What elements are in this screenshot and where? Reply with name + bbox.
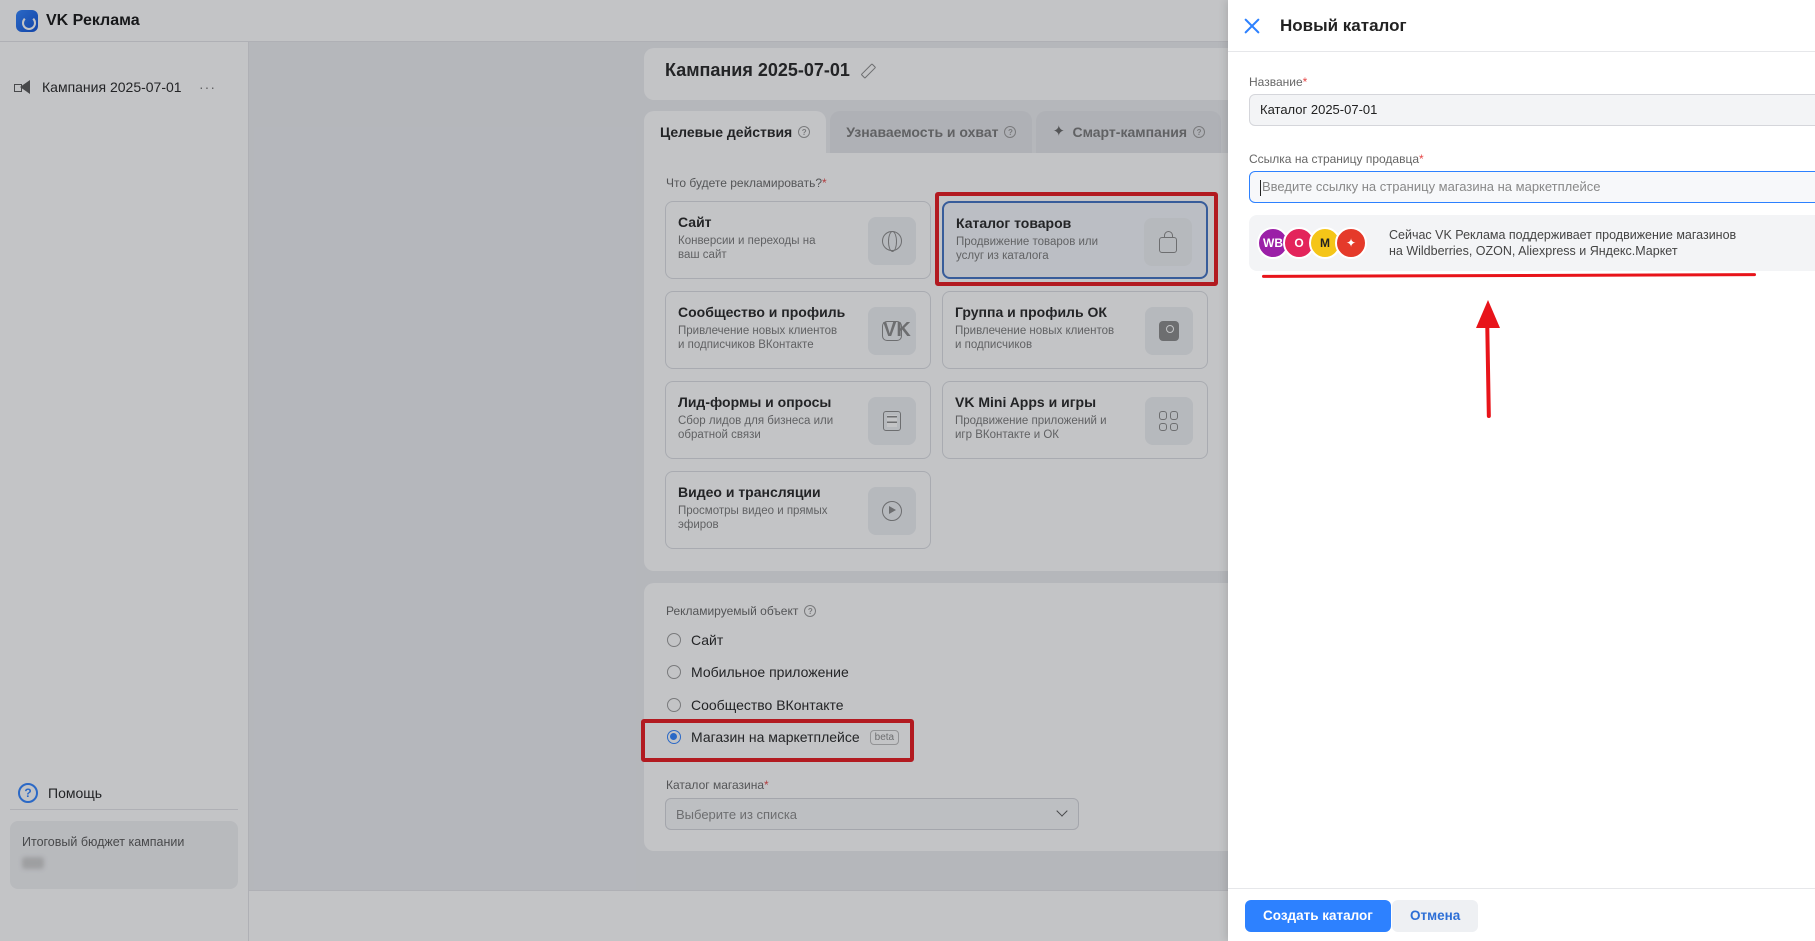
new-catalog-panel: Новый каталог Название* Каталог 2025-07-… [1228, 0, 1815, 941]
input-value: Каталог 2025-07-01 [1260, 102, 1378, 117]
aliexpress-logo-icon: ✦ [1335, 227, 1367, 259]
cancel-button[interactable]: Отмена [1392, 900, 1479, 932]
panel-header: Новый каталог [1228, 0, 1815, 52]
info-line: на Wildberries, OZON, Aliexpress и Яндек… [1389, 244, 1678, 258]
input-placeholder: Введите ссылку на страницу магазина на м… [1262, 179, 1601, 194]
info-text: Сейчас VK Реклама поддерживает продвижен… [1389, 227, 1736, 259]
highlight-underline [1261, 273, 1757, 278]
marketplace-info: WB O M ✦ Сейчас VK Реклама поддерживает … [1249, 215, 1815, 271]
create-catalog-button[interactable]: Создать каталог [1245, 900, 1391, 932]
modal-backdrop[interactable] [0, 0, 1228, 941]
close-icon[interactable] [1242, 16, 1262, 36]
name-label: Название* [1249, 75, 1308, 89]
catalog-name-input[interactable]: Каталог 2025-07-01 [1249, 94, 1815, 126]
seller-link-input[interactable]: Введите ссылку на страницу магазина на м… [1249, 171, 1815, 203]
link-label: Ссылка на страницу продавца* [1249, 152, 1424, 166]
marketplace-logos: WB O M ✦ [1257, 227, 1367, 259]
text-caret [1260, 179, 1261, 196]
panel-title: Новый каталог [1280, 15, 1407, 35]
info-line: Сейчас VK Реклама поддерживает продвижен… [1389, 228, 1737, 242]
highlight-arrow-shaft [1485, 317, 1491, 419]
